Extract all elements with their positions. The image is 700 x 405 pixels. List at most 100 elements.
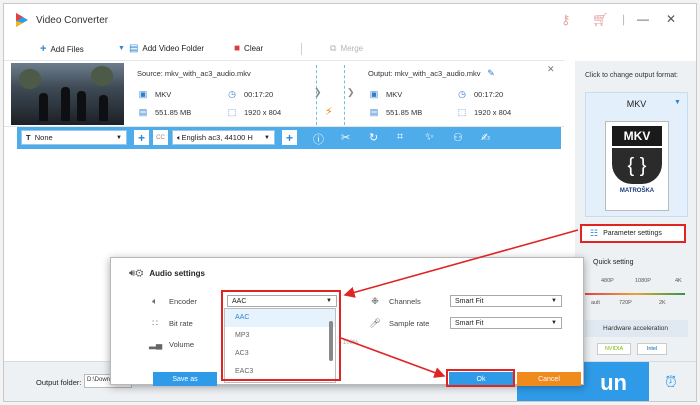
crop-icon[interactable]: ⌗ (397, 131, 403, 144)
thumb-figure (77, 91, 86, 121)
chevron-down-icon: ▼ (264, 134, 270, 141)
audio-gear-icon: 🔊︎⚙︎ (129, 268, 144, 279)
subtitle-select[interactable]: T None ▼ (21, 130, 127, 145)
video-format-icon: ▣ (369, 89, 379, 99)
trash-icon: ■ (234, 43, 241, 54)
plus-icon: + (40, 43, 47, 55)
encoder-dropdown-list: AAC MP3 AC3 EAC3 (224, 308, 336, 383)
output-size: ▤ 551.85 MB (369, 107, 423, 117)
bitrate-icon: ∷ (152, 318, 158, 328)
thumb-figure (99, 95, 108, 121)
effects-wand-icon[interactable]: ✨︎ (425, 131, 434, 144)
merge-label: Merge (340, 44, 364, 53)
rotate-icon[interactable]: ↻ (369, 131, 378, 144)
add-files-button[interactable]: + Add Files (40, 43, 84, 55)
channels-select[interactable]: Smart Fit ▼ (450, 295, 562, 307)
volume-bars-icon: ▂▄ (149, 339, 163, 349)
video-thumbnail[interactable] (11, 63, 124, 125)
source-resolution: ⬚ 1920 x 804 (227, 107, 282, 117)
resolution-icon: ⬚ (227, 107, 237, 117)
sample-rate-select[interactable]: Smart Fit ▼ (450, 317, 562, 329)
close-icon[interactable]: ✕ (666, 12, 676, 26)
clear-button[interactable]: ■ Clear (234, 43, 263, 54)
file-row[interactable]: Source: mkv_with_ac3_audio.mkv ▣ MKV ◷ 00:… (4, 61, 564, 127)
dropdown-scrollbar[interactable] (329, 321, 333, 361)
remove-file-icon[interactable]: ✕ (547, 64, 555, 75)
app-logo-icon (16, 13, 28, 27)
thumb-figure (39, 93, 48, 121)
intel-chip[interactable]: Intel (637, 343, 667, 355)
chevron-down-icon: ▼ (551, 298, 557, 304)
channels-icon: ❉ (371, 296, 379, 306)
encoder-option[interactable]: AAC (225, 309, 335, 327)
tick-label: 4K (675, 278, 682, 284)
cc-icon[interactable]: CC (153, 130, 168, 145)
alarm-clock-icon[interactable]: ⏰︎ (665, 374, 677, 391)
app-title: Video Converter (36, 15, 109, 26)
cut-icon[interactable]: ✂︎ (341, 131, 350, 144)
bitrate-label: ∷ Bit rate (149, 318, 193, 329)
clear-label: Clear (244, 44, 264, 53)
quality-slider[interactable] (585, 293, 685, 295)
dropdown-caret-icon: ▼ (118, 45, 125, 52)
add-video-folder-label: Add Video Folder (142, 44, 205, 53)
info-icon[interactable]: ⓘ (313, 131, 324, 147)
clock-icon: ◷ (228, 89, 236, 99)
audio-track-select[interactable]: 🔈︎English ac3, 44100 H ▼ (172, 130, 275, 145)
chevron-down-icon: ▼ (551, 320, 557, 326)
edit-toolbar: T None ▼ + CC 🔈︎English ac3, 44100 H ▼ +… (17, 127, 561, 149)
audio-settings-title: 🔊︎⚙︎ Audio settings (129, 268, 205, 279)
hardware-acceleration-toggle[interactable]: Hardware acceleration (585, 320, 688, 337)
nvidia-chip[interactable]: NVIDIA (597, 343, 631, 355)
cancel-button[interactable]: Cancel (517, 372, 581, 386)
video-format-icon: ▣ (138, 89, 148, 99)
output-format-card[interactable]: MKV ▼ MKV { } MATROŠKA (585, 92, 688, 217)
ok-button[interactable]: Ok (449, 372, 513, 386)
output-duration: ◷ 00:17:20 (456, 89, 503, 100)
file-size-icon: ▤ (369, 107, 379, 117)
arrow-divider (344, 65, 345, 125)
speaker-icon: 🔈︎ (152, 296, 158, 306)
merge-button[interactable]: ⧉ Merge (330, 43, 363, 54)
save-as-button[interactable]: Save as (153, 372, 217, 386)
cart-icon[interactable]: 🛒︎ (592, 12, 609, 28)
encoder-option[interactable]: AC3 (225, 345, 335, 363)
parameter-settings-label: Parameter settings (603, 230, 662, 237)
tick-label: 1080P (635, 278, 651, 284)
encoder-option[interactable]: MP3 (225, 327, 335, 345)
merge-icon: ⧉ (330, 43, 337, 53)
subtitle-icon: T (26, 133, 31, 142)
chevron-down-icon: ▼ (116, 134, 122, 141)
tick-label: 2K (659, 300, 666, 306)
minimize-icon[interactable]: — (637, 12, 649, 26)
toolbar-divider (301, 43, 302, 55)
output-panel: Click to change output format: MKV ▼ MKV… (575, 61, 696, 361)
parameter-settings-button[interactable]: ☷ Parameter settings (580, 224, 686, 243)
output-format-hint: Click to change output format: (585, 72, 678, 79)
chevron-down-icon: ▼ (326, 298, 332, 304)
add-video-folder-button[interactable]: ▼ ▤ Add Video Folder (118, 43, 204, 54)
add-subtitle-button[interactable]: + (134, 130, 149, 145)
tick-label: 720P (619, 300, 632, 306)
source-duration: ◷ 00:17:20 (226, 89, 273, 100)
chevron-right-icon: ❯ (347, 87, 355, 97)
file-size-icon: ▤ (138, 107, 148, 117)
edit-pencil-icon[interactable]: ✎ (485, 68, 497, 79)
sample-rate-label: 🎤︎ Sample rate (369, 318, 430, 328)
encoder-option[interactable]: EAC3 (225, 363, 335, 381)
subtitle-edit-icon[interactable]: ✍︎ (481, 131, 490, 144)
watermark-icon[interactable]: ⚇ (453, 131, 463, 144)
output-resolution: ⬚ 1920 x 804 (457, 107, 512, 117)
output-folder-label: Output folder: (36, 378, 82, 387)
encoder-select[interactable]: AAC ▼ (227, 295, 337, 307)
mkv-logo: MKV { } MATROŠKA (605, 121, 669, 211)
folder-icon: ▤ (128, 43, 139, 54)
key-icon[interactable]: ⚷ (561, 12, 571, 28)
output-format: ▣ MKV (369, 89, 403, 99)
tick-label: ault (591, 300, 600, 306)
audio-settings-dialog: 🔊︎⚙︎ Audio settings 🔈︎ Encoder AAC ▼ ∷ Bit … (110, 257, 584, 386)
quick-setting-label: Quick setting (593, 259, 634, 266)
toolbar: + Add Files ▼ ▤ Add Video Folder ■ Clear… (4, 37, 564, 61)
add-audio-button[interactable]: + (282, 130, 297, 145)
source-format: ▣ MKV (138, 89, 172, 99)
